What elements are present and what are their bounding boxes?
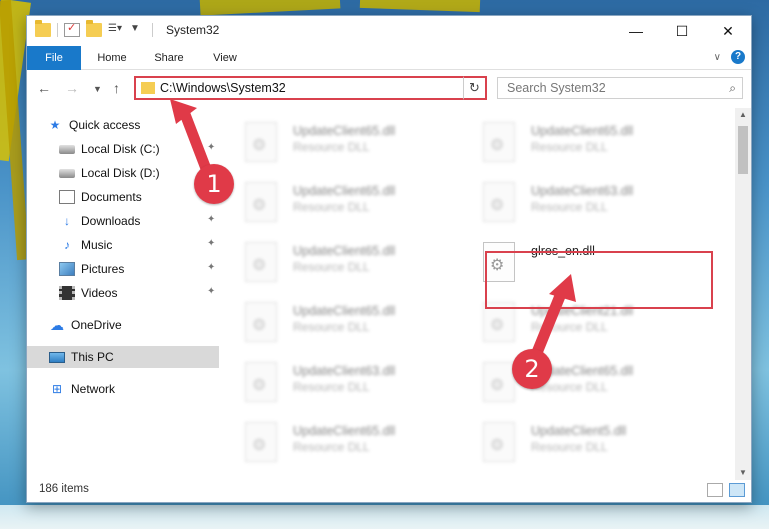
arrow-2-head <box>549 274 576 302</box>
step-2-badge: 2 <box>512 349 552 389</box>
step-1-badge: 1 <box>194 164 234 204</box>
annotation-arrows <box>170 99 576 360</box>
annotation-arrow-2 <box>530 274 576 360</box>
